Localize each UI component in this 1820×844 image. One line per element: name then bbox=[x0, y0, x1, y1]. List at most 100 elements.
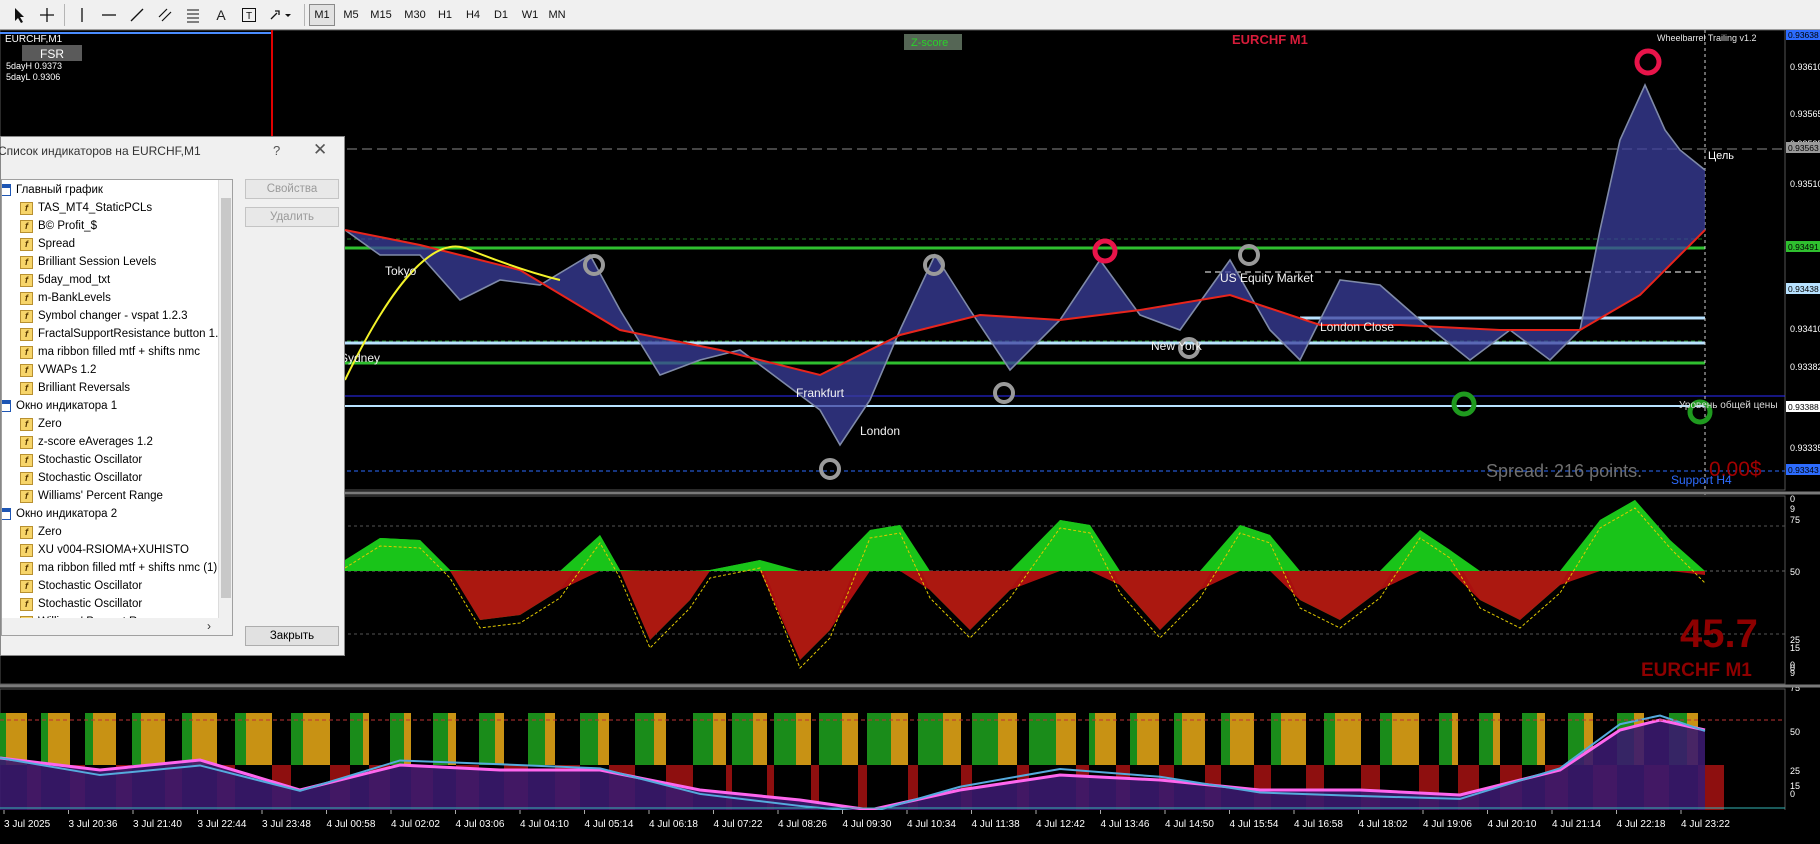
tree-indicator-item[interactable]: f z-score eAverages 1.2 bbox=[20, 433, 153, 451]
chevron-right-icon[interactable]: › bbox=[207, 619, 211, 633]
properties-button[interactable]: Свойства bbox=[245, 179, 339, 199]
time-tick-label: 4 Jul 21:14 bbox=[1552, 819, 1601, 830]
delete-button[interactable]: Удалить bbox=[245, 207, 339, 227]
histogram-bar bbox=[635, 713, 654, 765]
sub2-level-label: 9 bbox=[1790, 668, 1795, 678]
tree-indicator-item[interactable]: f Stochastic Oscillator bbox=[20, 451, 142, 469]
indicator-name: Wheelbarrel Trailing v1.2 bbox=[1657, 33, 1757, 43]
indicator-icon: f bbox=[20, 489, 33, 503]
time-tick-label: 4 Jul 15:54 bbox=[1230, 819, 1279, 830]
tree-indicator-item[interactable]: f Brilliant Session Levels bbox=[20, 253, 156, 271]
target-label: Цель bbox=[1708, 150, 1734, 162]
tree-item-label: Zero bbox=[38, 418, 62, 430]
tree-indicator-item[interactable]: f ma ribbon filled mtf + shifts nmc (1) bbox=[20, 559, 217, 577]
histogram-bar bbox=[528, 713, 545, 765]
tree-indicator-item[interactable]: f ma ribbon filled mtf + shifts nmc bbox=[20, 343, 200, 361]
tree-indicator-item[interactable]: f Symbol changer - vspat 1.2.3 bbox=[20, 307, 188, 325]
tree-window-node[interactable]: Окно индикатора 2 bbox=[2, 505, 117, 523]
histogram-bar bbox=[891, 713, 908, 765]
stoch-value: 45.7 bbox=[1680, 612, 1758, 656]
histogram-bar bbox=[235, 713, 246, 765]
tree-indicator-item[interactable]: f Williams' Percent Range bbox=[20, 487, 163, 505]
horizontal-scrollbar[interactable]: › bbox=[1, 618, 233, 636]
tree-indicator-item[interactable]: f Spread bbox=[20, 235, 75, 253]
vertical-line-icon[interactable] bbox=[72, 3, 92, 27]
text-label-icon[interactable]: T bbox=[238, 3, 260, 27]
fibonacci-icon[interactable] bbox=[182, 3, 204, 27]
tree-item-label: FractalSupportResistance button 1.0 bbox=[38, 328, 225, 340]
timeframe-m30[interactable]: M30 bbox=[402, 4, 428, 26]
tree-window-node[interactable]: Главный график bbox=[2, 181, 103, 199]
text-icon[interactable]: A bbox=[210, 3, 232, 27]
dialog-titlebar[interactable]: Список индикаторов на EURCHF,M1 ? ✕ bbox=[0, 137, 344, 165]
histogram-bar bbox=[774, 713, 796, 765]
tree-indicator-item[interactable]: f Brilliant Reversals bbox=[20, 379, 130, 397]
trendline-icon[interactable] bbox=[126, 3, 148, 27]
tree-item-label: B© Profit_$ bbox=[38, 220, 97, 232]
tree-indicator-item[interactable]: f Zero bbox=[20, 415, 62, 433]
tree-indicator-item[interactable]: f TAS_MT4_StaticPCLs bbox=[20, 199, 152, 217]
histogram-bar bbox=[1182, 713, 1205, 765]
timeframe-d1[interactable]: D1 bbox=[488, 4, 514, 26]
level-label: Уровень общей цены bbox=[1679, 399, 1778, 411]
sub1-level-label: 75 bbox=[1790, 515, 1800, 525]
tree-indicator-item[interactable]: f Stochastic Oscillator bbox=[20, 577, 142, 595]
time-tick-label: 4 Jul 12:42 bbox=[1036, 819, 1085, 830]
tree-indicator-item[interactable]: f Zero bbox=[20, 523, 62, 541]
tree-indicator-item[interactable]: f Stochastic Oscillator bbox=[20, 595, 142, 613]
timeframe-m5[interactable]: M5 bbox=[338, 4, 364, 26]
close-icon[interactable]: ✕ bbox=[313, 140, 327, 160]
histogram-bar bbox=[1439, 713, 1452, 765]
histogram-bar bbox=[1281, 713, 1306, 765]
tree-window-node[interactable]: Окно индикатора 1 bbox=[2, 397, 117, 415]
timeframe-m1[interactable]: M1 bbox=[309, 4, 335, 26]
timeframe-mn[interactable]: MN bbox=[544, 4, 570, 26]
timeframe-w1[interactable]: W1 bbox=[517, 4, 543, 26]
horizontal-line-icon[interactable] bbox=[98, 3, 120, 27]
time-tick-label: 4 Jul 11:38 bbox=[972, 819, 1021, 830]
tree-indicator-item[interactable]: f 5day_mod_txt bbox=[20, 271, 110, 289]
scrollbar-thumb[interactable] bbox=[221, 198, 231, 598]
price-tag-label: 0.93388 bbox=[1788, 402, 1819, 412]
tree-indicator-item[interactable]: f XU v004-RSIOMA+XUHISTO bbox=[20, 541, 189, 559]
tree-indicator-item[interactable]: f FractalSupportResistance button 1.0 bbox=[20, 325, 225, 343]
time-tick-label: 4 Jul 03:06 bbox=[456, 819, 505, 830]
day-high-label: 5dayH 0.9373 bbox=[6, 61, 62, 71]
time-tick-label: 4 Jul 16:58 bbox=[1294, 819, 1343, 830]
tree-item-label: VWAPs 1.2 bbox=[38, 364, 97, 376]
timeframe-h1[interactable]: H1 bbox=[432, 4, 458, 26]
channel-icon[interactable] bbox=[154, 3, 176, 27]
timeframe-m15[interactable]: M15 bbox=[368, 4, 394, 26]
indicator-list-dialog: Список индикаторов на EURCHF,M1 ? ✕ Глав… bbox=[0, 136, 345, 656]
tree-item-label: XU v004-RSIOMA+XUHISTO bbox=[38, 544, 189, 556]
tree-indicator-item[interactable]: f B© Profit_$ bbox=[20, 217, 97, 235]
tree-indicator-item[interactable]: f m-BankLevels bbox=[20, 289, 111, 307]
time-tick-label: 3 Jul 22:44 bbox=[198, 819, 247, 830]
tree-item-label: Brilliant Session Levels bbox=[38, 256, 157, 268]
histogram-bar bbox=[48, 713, 70, 765]
cursor-icon[interactable] bbox=[8, 3, 30, 27]
tree-indicator-item[interactable]: f Stochastic Oscillator bbox=[20, 469, 142, 487]
timeframe-h4[interactable]: H4 bbox=[460, 4, 486, 26]
vertical-scrollbar[interactable] bbox=[218, 180, 232, 618]
crosshair-icon[interactable] bbox=[36, 3, 58, 27]
histogram-bar bbox=[545, 713, 555, 765]
indicator-icon: f bbox=[20, 435, 33, 449]
indicator-icon: f bbox=[20, 309, 33, 323]
price-tag-label: 0.93343 bbox=[1788, 465, 1819, 475]
tree-indicator-item[interactable]: f VWAPs 1.2 bbox=[20, 361, 96, 379]
sub1-level-label: 50 bbox=[1790, 567, 1800, 577]
histogram-bar bbox=[753, 713, 767, 765]
price-axis: 0.936100.935650.935350.935100.934600.934… bbox=[1786, 29, 1820, 799]
help-icon[interactable]: ? bbox=[273, 143, 280, 158]
histogram-bar bbox=[972, 713, 998, 765]
time-tick-label: 4 Jul 07:22 bbox=[714, 819, 763, 830]
arrows-menu-icon[interactable] bbox=[266, 3, 296, 27]
indicator-icon: f bbox=[20, 237, 33, 251]
tree-item-label: ma ribbon filled mtf + shifts nmc bbox=[38, 346, 201, 358]
close-button[interactable]: Закрыть bbox=[245, 626, 339, 646]
indicator-tree[interactable]: Главный график f TAS_MT4_StaticPCLs f B© Pro… bbox=[1, 179, 233, 619]
sub1-level-label: 9 bbox=[1790, 504, 1795, 514]
indicator-icon: f bbox=[20, 201, 33, 215]
indicator-icon: f bbox=[20, 327, 33, 341]
